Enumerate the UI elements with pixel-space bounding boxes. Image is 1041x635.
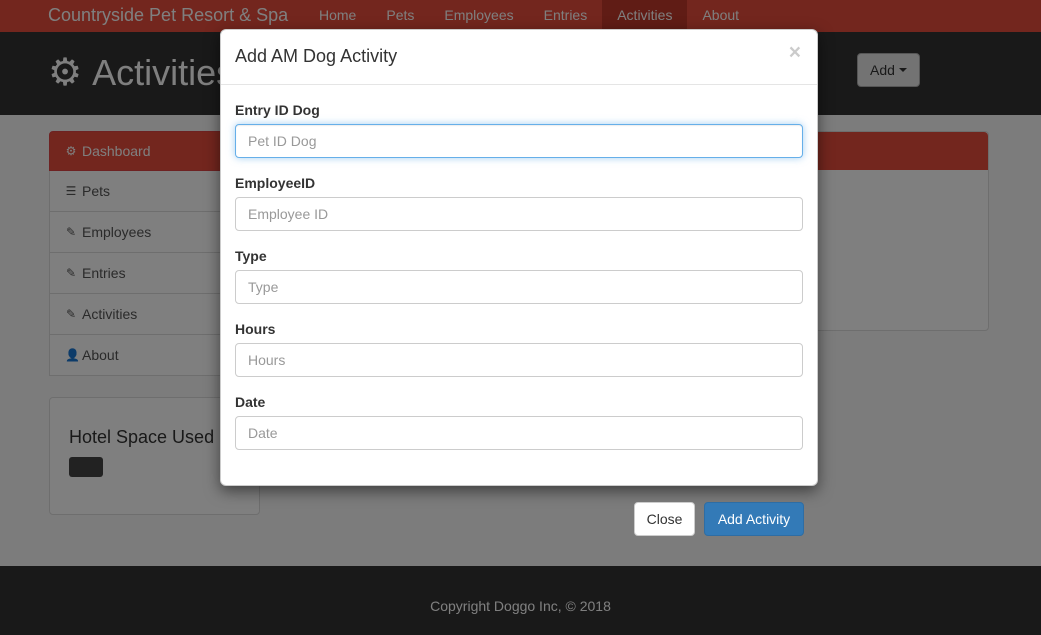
close-button[interactable]: Close (634, 502, 695, 536)
entry-id-dog-input[interactable] (235, 124, 803, 158)
type-label: Type (235, 248, 267, 264)
employee-id-label: EmployeeID (235, 175, 316, 191)
form-group-date: Date (235, 394, 803, 450)
employee-id-input[interactable] (235, 197, 803, 231)
form-group-hours: Hours (235, 321, 803, 377)
date-label: Date (235, 394, 266, 410)
add-activity-button[interactable]: Add Activity (704, 502, 804, 536)
entry-id-dog-label: Entry ID Dog (235, 102, 320, 118)
form-group-type: Type (235, 248, 803, 304)
form-group-entry-id-dog: Entry ID Dog (235, 102, 803, 158)
modal-title: Add AM Dog Activity (235, 46, 398, 66)
add-activity-modal: Add AM Dog Activity × Entry ID Dog Emplo… (220, 29, 818, 486)
hours-label: Hours (235, 321, 276, 337)
form-group-employee-id: EmployeeID (235, 175, 803, 231)
close-icon[interactable]: × (789, 42, 801, 63)
modal-header: Add AM Dog Activity × (221, 30, 817, 85)
hours-input[interactable] (235, 343, 803, 377)
type-input[interactable] (235, 270, 803, 304)
activity-form: Entry ID Dog EmployeeID Type Hours Date (221, 102, 817, 450)
date-input[interactable] (235, 416, 803, 450)
